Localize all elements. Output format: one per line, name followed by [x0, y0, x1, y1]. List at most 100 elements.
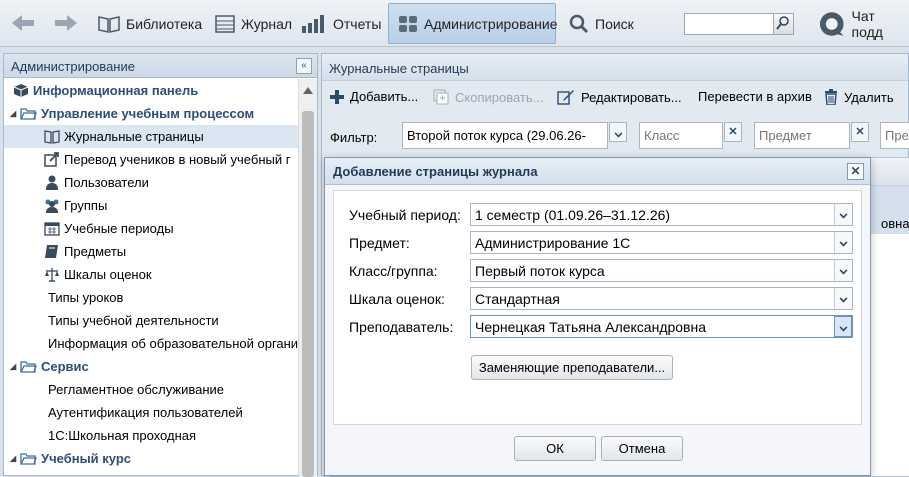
delete-label: Удалить [844, 89, 894, 105]
transfer-icon [44, 152, 59, 167]
tree-item-subjects[interactable]: Предметы [4, 240, 300, 263]
library-button[interactable]: Библиотека [98, 0, 202, 47]
plus-icon [330, 89, 344, 104]
ok-button[interactable]: ОК [514, 436, 596, 461]
filter-class-field[interactable]: Класс [639, 122, 723, 149]
journal-button[interactable]: Журнал [215, 0, 292, 47]
filter-teacher-field[interactable]: Пре [880, 122, 909, 149]
subject-select[interactable]: Администрирование 1С [470, 231, 853, 254]
filter-stream-value: Второй поток курса (29.06.26- [407, 128, 586, 143]
delete-button[interactable]: Удалить [824, 89, 894, 105]
admin-icon [399, 15, 417, 32]
cancel-button[interactable]: Отмена [601, 436, 683, 461]
tree-item-lesson-types[interactable]: Типы уроков [4, 286, 300, 309]
subject-value: Администрирование 1С [475, 235, 631, 251]
tree-item-grade-scales[interactable]: Шкалы оценок [4, 263, 300, 286]
grade-scale-dropdown-button[interactable] [834, 288, 852, 309]
tree-item-label: Типы учебной деятельности [48, 313, 219, 328]
substitute-teachers-button[interactable]: Заменяющие преподаватели... [471, 355, 673, 380]
chevron-down-icon [839, 210, 848, 219]
add-label: Добавить... [350, 89, 419, 104]
tree-item-label: Предметы [64, 244, 127, 259]
scroll-up-icon[interactable] [303, 87, 313, 94]
chat-icon [819, 11, 844, 36]
substitute-teachers-label: Заменяющие преподаватели... [478, 360, 666, 375]
class-group-label: Класс/группа: [349, 263, 438, 279]
add-button[interactable]: Добавить... [330, 89, 418, 104]
back-arrow-icon[interactable] [10, 12, 36, 34]
scrollbar-thumb[interactable] [302, 111, 314, 477]
period-select[interactable]: 1 семестр (01.09.26–31.12.26) [470, 203, 853, 226]
teacher-dropdown-button[interactable] [834, 316, 852, 337]
tree-item-label: Учебный курс [41, 451, 132, 466]
filter-subject-clear-button[interactable]: ✕ [851, 122, 869, 142]
chat-support-button[interactable]: Чат подд [818, 0, 909, 47]
tree-item-organization-info[interactable]: Информация об образовательной органи [4, 332, 300, 355]
tree-item-label: Управление учебным процессом [41, 106, 255, 121]
tree-scrollbar[interactable] [298, 79, 317, 477]
search-icon [776, 16, 789, 30]
copy-button[interactable]: Скопировать... [433, 89, 543, 105]
filter-label: Фильтр: [330, 130, 378, 145]
library-label: Библиотека [126, 15, 203, 32]
tree-item-school-gate[interactable]: 1С:Школьная проходная [4, 424, 300, 447]
tree-item-activity-types[interactable]: Типы учебной деятельности [4, 309, 300, 332]
tree-item-journal-pages[interactable]: Журнальные страницы [4, 125, 300, 148]
chat-label: Чат подд [851, 7, 883, 40]
filter-class-clear-button[interactable]: ✕ [724, 122, 742, 142]
subject-dropdown-button[interactable] [834, 232, 852, 253]
add-journal-page-dialog: Добавление страницы журнала ✕ Учебный пе… [324, 157, 871, 476]
tree-item-label: Регламентное обслуживание [48, 382, 225, 397]
chevron-down-icon [839, 294, 848, 303]
main-toolbar: Библиотека Журнал Отчеты Администрирован… [0, 0, 909, 47]
content-toolbar: Добавить... Скопировать... Редактировать… [322, 82, 909, 112]
navigation-panel-header: Администрирование « [4, 54, 317, 78]
admin-label: Администрирование [424, 15, 558, 32]
class-group-select[interactable]: Первый поток курса [470, 259, 853, 282]
grade-scale-value: Стандартная [475, 291, 560, 307]
expanded-triangle-icon[interactable]: ◢ [10, 362, 20, 371]
archive-button[interactable]: Перевести в архив [698, 89, 812, 104]
chevron-down-icon [839, 266, 848, 275]
user-icon [46, 175, 58, 190]
tree-item-student-transfer[interactable]: Перевод учеников в новый учебный г [4, 148, 300, 171]
teacher-select[interactable]: Чернецкая Татьяна Александровна [470, 315, 853, 338]
expanded-triangle-icon[interactable]: ◢ [10, 109, 20, 118]
filter-subject-field[interactable]: Предмет [754, 122, 850, 149]
collapse-panel-button[interactable]: « [296, 58, 312, 74]
reports-button[interactable]: Отчеты [301, 0, 381, 47]
tree-group-learning-management[interactable]: ◢ Управление учебным процессом [4, 102, 300, 125]
tree-item-study-periods[interactable]: Учебные периоды [4, 217, 300, 240]
dialog-form: Учебный период: 1 семестр (01.09.26–31.1… [333, 190, 862, 425]
search-nav-button[interactable]: Поиск [569, 0, 634, 47]
grade-scale-select[interactable]: Стандартная [470, 287, 853, 310]
filter-class-placeholder: Класс [644, 128, 680, 143]
expanded-triangle-icon[interactable]: ◢ [10, 454, 20, 463]
filter-stream-dropdown[interactable] [609, 122, 627, 142]
forward-arrow-icon[interactable] [53, 12, 79, 34]
period-label: Учебный период: [349, 207, 461, 223]
edit-button[interactable]: Редактировать... [557, 89, 682, 105]
copy-label: Скопировать... [455, 89, 544, 105]
content-panel-header: Журнальные страницы [322, 54, 908, 81]
search-submit-button[interactable] [773, 14, 793, 34]
tree-group-course[interactable]: ◢ Учебный курс [4, 447, 300, 470]
admin-button[interactable]: Администрирование [398, 0, 558, 47]
tree-item-info-panel[interactable]: Информационная панель [4, 79, 300, 102]
tree-item-label: Журнальные страницы [64, 129, 204, 144]
tree-group-service[interactable]: ◢ Сервис [4, 355, 300, 378]
tree-item-authentication[interactable]: Аутентификация пользователей [4, 401, 300, 424]
magnifier-icon [569, 14, 589, 33]
tree-item-label: Сервис [41, 359, 89, 374]
chevron-down-icon [839, 238, 848, 247]
tree-item-users[interactable]: Пользователи [4, 171, 300, 194]
tree-item-label: Типы уроков [48, 290, 124, 305]
filter-stream-field[interactable]: Второй поток курса (29.06.26- [402, 122, 608, 149]
class-group-dropdown-button[interactable] [834, 260, 852, 281]
dialog-titlebar: Добавление страницы журнала ✕ [325, 158, 870, 185]
tree-item-maintenance[interactable]: Регламентное обслуживание [4, 378, 300, 401]
dialog-close-button[interactable]: ✕ [847, 163, 864, 180]
tree-item-groups[interactable]: Группы [4, 194, 300, 217]
open-book-icon [44, 130, 60, 144]
period-dropdown-button[interactable] [834, 204, 852, 225]
